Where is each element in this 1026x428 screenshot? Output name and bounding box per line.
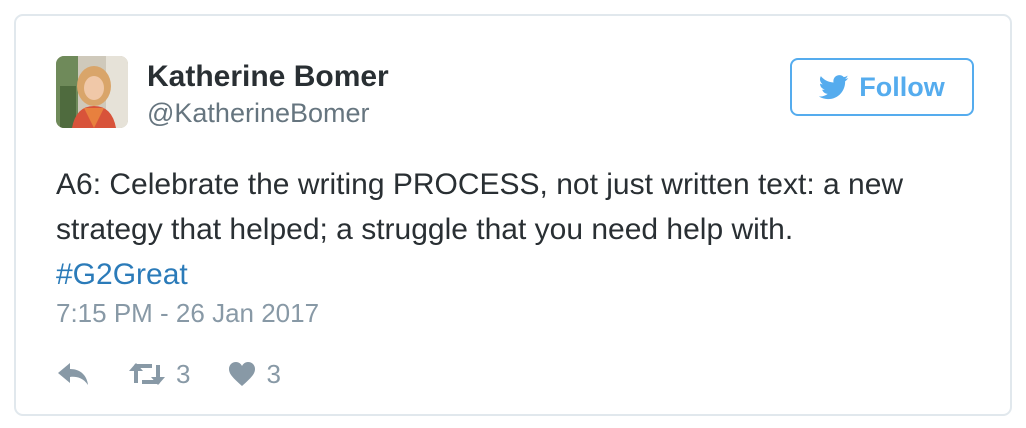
tweet-text-line: A6: Celebrate the writing PROCESS, not j… [56,168,904,201]
hashtag-link[interactable]: #G2Great [56,258,188,291]
tweet-card: Katherine Bomer @KatherineBomer Follow A… [14,14,1012,416]
avatar[interactable] [56,56,128,128]
tweet-timestamp[interactable]: 7:15 PM - 26 Jan 2017 [56,298,319,329]
tweet-text: A6: Celebrate the writing PROCESS, not j… [56,162,976,297]
twitter-bird-icon [819,74,849,100]
follow-button-label: Follow [859,71,945,102]
user-name[interactable]: Katherine Bomer [147,60,389,94]
heart-icon [228,361,256,387]
like-button[interactable]: 3 [228,358,281,390]
tweet-text-line: strategy that helped; a struggle that yo… [56,213,794,246]
follow-button[interactable]: Follow [790,58,974,116]
tweet-actions: 3 3 [56,358,281,390]
retweet-count: 3 [176,358,191,389]
reply-icon [56,361,90,387]
retweet-icon [128,361,166,387]
user-handle[interactable]: @KatherineBomer [147,98,370,129]
like-count: 3 [266,358,281,389]
retweet-button[interactable]: 3 [128,359,190,390]
reply-button[interactable] [56,361,90,387]
